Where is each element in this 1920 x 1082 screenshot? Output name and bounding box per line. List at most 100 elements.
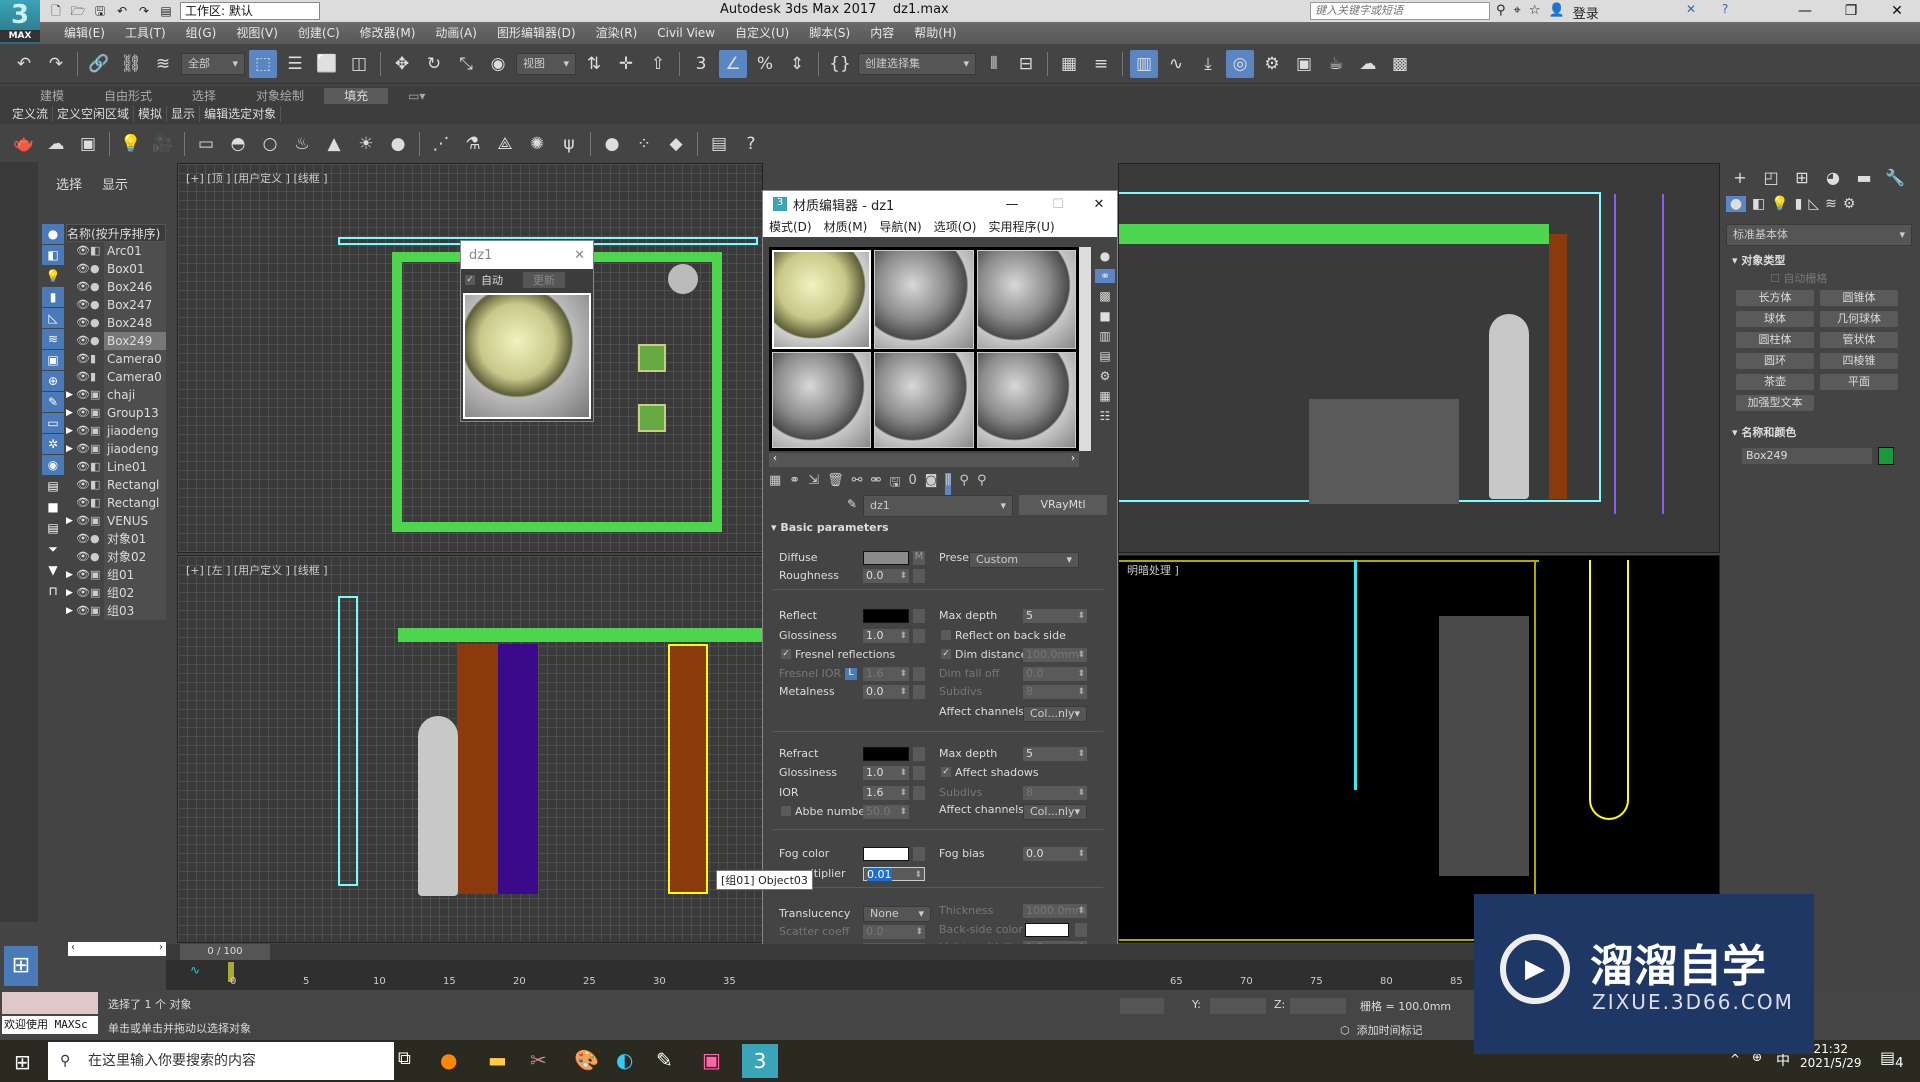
reflect-subdivs-spinner[interactable]: 8 (1023, 685, 1087, 699)
list-icon[interactable]: ▤ (42, 476, 64, 496)
link-icon[interactable]: 🔗 (85, 50, 113, 78)
edit-named-sel-icon[interactable]: {} (826, 50, 854, 78)
maxscript-input[interactable]: 欢迎使用 MAXSc (2, 1016, 98, 1034)
scene-list-item[interactable]: 👁 ▮ Camera0 (66, 350, 166, 368)
create-object-button[interactable]: 加强型文本 (1736, 395, 1814, 411)
scene-tab-select[interactable]: 选择 (56, 174, 82, 193)
ribbon-display[interactable]: 显示 (167, 106, 201, 122)
scene-list-item[interactable]: ▶ 👁 ▣ VENUS (66, 512, 166, 530)
visibility-eye-icon[interactable]: 👁 (76, 584, 90, 602)
rotate-icon[interactable]: ↻ (420, 50, 448, 78)
systems-icon[interactable]: ⚙ (1843, 196, 1856, 212)
scene-list-item[interactable]: ▶ 👁 ▣ jiaodeng (66, 440, 166, 458)
render-cloud-icon[interactable]: ☁ (1354, 50, 1382, 78)
motion-tab-icon[interactable]: ◕ (1819, 166, 1847, 190)
scene-tab-display[interactable]: 显示 (102, 174, 128, 193)
options-icon[interactable]: ⚙ (1095, 369, 1115, 383)
filter-xrefs-icon[interactable]: ⊕ (42, 371, 64, 391)
time-slider-thumb[interactable]: 0 / 100 (180, 944, 270, 960)
snaps-toggle-icon[interactable]: 3 (687, 50, 715, 78)
visibility-eye-icon[interactable]: 👁 (76, 548, 90, 566)
app-logo[interactable]: 3 MAX (0, 0, 40, 44)
create-object-button[interactable]: 长方体 (1736, 290, 1814, 306)
menu-content[interactable]: 内容 (860, 24, 904, 42)
sample-type-icon[interactable]: ● (1095, 249, 1115, 263)
scene-list-item[interactable]: ▶ 👁 ▣ jiaodeng (66, 422, 166, 440)
filter-lights-icon[interactable]: 💡 (42, 266, 64, 286)
auto-checkbox[interactable]: ✓ (465, 275, 475, 285)
menu-create[interactable]: 创建(C) (288, 24, 350, 42)
named-selection-dropdown[interactable]: 创建选择集 ▾ (858, 53, 976, 75)
diffuse-map-button[interactable]: M (913, 551, 925, 565)
reflect-affect-dropdown[interactable]: Col...nly ▾ (1023, 706, 1087, 722)
undo-icon[interactable]: ↶ (114, 3, 130, 19)
visibility-eye-icon[interactable]: 👁 (76, 278, 90, 296)
ribbon-options-icon[interactable]: ▭▾ (388, 88, 445, 104)
object-type-rollout[interactable]: ▾ 对象类型 (1732, 252, 1785, 268)
bind-spacewarp-icon[interactable]: ≋ (149, 50, 177, 78)
windows-start-icon[interactable]: ⊞ (14, 1050, 31, 1074)
visibility-eye-icon[interactable]: 👁 (76, 458, 90, 476)
sky-icon[interactable]: ● (384, 130, 412, 158)
fog-multiplier-spinner[interactable]: 0.01 (863, 867, 925, 882)
scene-list-item[interactable]: 👁 ● Box01 (66, 260, 166, 278)
create-object-button[interactable]: 球体 (1736, 311, 1814, 327)
ribbon-define-idle-areas[interactable]: 定义空闲区域 (53, 106, 135, 122)
sample-slot[interactable] (976, 250, 1076, 349)
light-lister-icon[interactable]: 💡 (117, 130, 145, 158)
sample-slot[interactable] (772, 351, 872, 448)
menu-group[interactable]: 组(G) (176, 24, 227, 42)
create-object-button[interactable]: 茶壶 (1736, 374, 1814, 390)
render-production-icon[interactable]: ☕ (1322, 50, 1350, 78)
expand-arrow-icon[interactable]: ▶ (66, 512, 76, 530)
ribbon-tab-selection[interactable]: 选择 (172, 88, 236, 104)
y-coord-field[interactable] (1210, 998, 1266, 1014)
restore-button[interactable]: ❐ (1828, 0, 1874, 22)
update-button[interactable]: 更新 (523, 272, 565, 288)
new-file-icon[interactable]: 🗋 (48, 3, 64, 19)
curve-editor-icon[interactable]: ∿ (1162, 50, 1190, 78)
object-name-input[interactable]: Box249 (1742, 448, 1872, 464)
menu-modifiers[interactable]: 修改器(M) (350, 24, 426, 42)
manipulate-icon[interactable]: ✛ (612, 50, 640, 78)
scene-list-item[interactable]: 👁 ◧ Line01 (66, 458, 166, 476)
align-icon[interactable]: ⊟ (1012, 50, 1040, 78)
exchange-icon[interactable]: ✕ (1686, 2, 1696, 16)
vray-toolbar-icon[interactable]: ▩ (1386, 50, 1414, 78)
slots-vertical-scrollbar[interactable] (1079, 247, 1091, 451)
menu-civil-view[interactable]: Civil View (647, 24, 725, 42)
ribbon-edit-selected[interactable]: 编辑选定对象 (200, 106, 282, 122)
sample-slot[interactable] (976, 351, 1076, 448)
filter-helpers-icon[interactable]: ◺ (42, 308, 64, 328)
create-object-button[interactable]: 圆锥体 (1820, 290, 1898, 306)
visibility-eye-icon[interactable]: 👁 (76, 260, 90, 278)
menu-tools[interactable]: 工具(T) (115, 24, 176, 42)
ribbon-tab-modeling[interactable]: 建模 (20, 88, 84, 104)
scene-list-item[interactable]: 👁 ◧ Rectangl (66, 494, 166, 512)
layer-explorer-icon[interactable]: ≡ (1087, 50, 1115, 78)
create-object-button[interactable]: 圆柱体 (1736, 332, 1814, 348)
file-explorer-icon[interactable]: ▬ (488, 1048, 507, 1072)
scene-list-item[interactable]: 👁 ● Box248 (66, 314, 166, 332)
reflect-color-swatch[interactable] (863, 609, 909, 623)
filter-bones-icon[interactable]: ✎ (42, 392, 64, 412)
refract-color-swatch[interactable] (863, 747, 909, 761)
material-name-field[interactable]: dz1 ▾ (863, 495, 1013, 517)
firefox-icon[interactable]: ● (440, 1048, 457, 1072)
menu-utilities[interactable]: 实用程序(U) (982, 217, 1060, 237)
maxscript-listener[interactable] (2, 992, 98, 1014)
sphere-icon[interactable]: ● (598, 130, 626, 158)
star-icon[interactable]: ☆ (1529, 3, 1541, 22)
create-object-button[interactable]: 圆环 (1736, 353, 1814, 369)
sphere-light-icon[interactable]: ○ (256, 130, 284, 158)
workspace-dropdown[interactable]: 工作区: 默认 (180, 2, 320, 20)
menu-view[interactable]: 视图(V) (226, 24, 288, 42)
reset-icon[interactable]: 🗑 (827, 473, 844, 495)
move-icon[interactable]: ✥ (388, 50, 416, 78)
horizontal-scrollbar[interactable]: ‹ › (68, 942, 166, 956)
visibility-eye-icon[interactable]: 👁 (76, 602, 90, 620)
funnel-icon[interactable]: ▼ (42, 560, 64, 580)
scene-list-item[interactable]: ▶ 👁 ▣ chaji (66, 386, 166, 404)
z-coord-field[interactable] (1290, 998, 1346, 1014)
minimize-button[interactable]: — (989, 197, 1035, 212)
